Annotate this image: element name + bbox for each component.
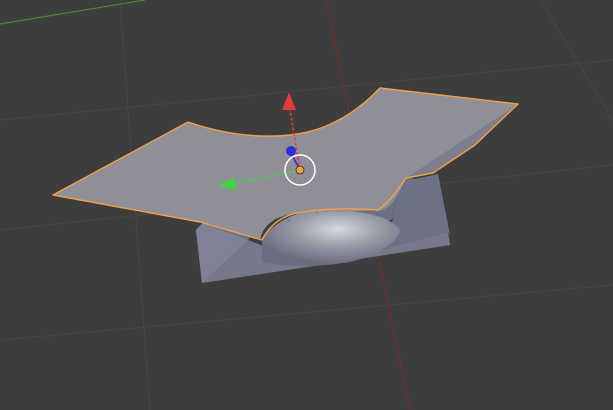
gizmo-z-handle-icon[interactable] xyxy=(286,146,296,156)
mesh-object[interactable] xyxy=(52,87,519,283)
grid-line xyxy=(0,284,613,341)
y-axis-line xyxy=(0,0,146,25)
object-origin-icon[interactable] xyxy=(295,165,305,175)
grid-line xyxy=(0,59,613,121)
viewport-canvas[interactable] xyxy=(0,0,613,410)
3d-viewport[interactable] xyxy=(0,0,613,410)
gizmo-x-arrow-icon[interactable] xyxy=(282,92,296,110)
grid-line xyxy=(539,0,613,121)
